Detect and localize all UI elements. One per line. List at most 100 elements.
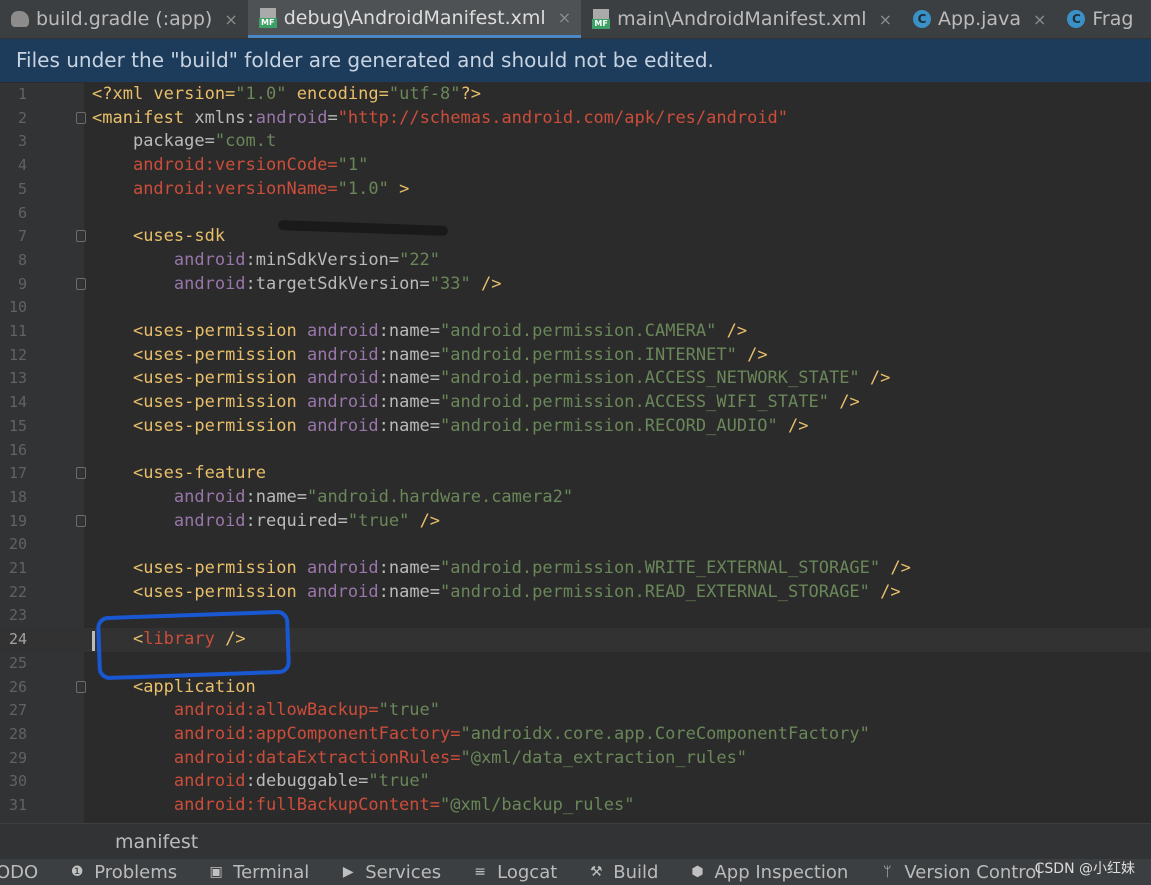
code-text: package="com.t (92, 130, 276, 154)
code-token: "android.hardware.camera2" (306, 486, 574, 507)
code-line[interactable]: 30 android:debuggable="true" (0, 770, 1151, 794)
code-line[interactable]: 26 <application (0, 676, 1151, 700)
breadcrumb-item-manifest[interactable]: manifest (115, 824, 198, 860)
code-line[interactable]: 4 android:versionCode="1" (0, 154, 1151, 178)
code-line[interactable]: 20 (0, 533, 1151, 557)
tool-window-button[interactable]: ≡ Logcat (471, 862, 557, 883)
code-line[interactable]: 29 android:dataExtractionRules="@xml/dat… (0, 747, 1151, 771)
code-token: <?xml version= (92, 84, 236, 104)
code-token: :name= (245, 486, 307, 507)
code-line[interactable]: 9 android:targetSdkVersion="33" /> (0, 273, 1151, 297)
line-number: 27 (8, 701, 27, 720)
code-editor[interactable]: 1 <?xml version="1.0" encoding="utf-8"?> 2… (0, 83, 1151, 823)
code-token: "true" (368, 771, 430, 792)
code-token: "android.permission.WRITE_EXTERNAL_STORA… (440, 558, 881, 578)
code-token: android (306, 392, 379, 413)
close-icon[interactable]: × (879, 10, 892, 29)
code-line[interactable]: 5 android:versionName="1.0" > (0, 178, 1151, 202)
tool-window-button[interactable]: ODO (0, 862, 38, 883)
code-token: android (173, 273, 246, 294)
code-line[interactable]: 2 <manifest xmlns:android="http://schemas… (0, 107, 1151, 131)
editor-tab[interactable]: MF debug\AndroidManifest.xml × (247, 0, 582, 38)
fold-marker-icon[interactable] (76, 467, 86, 480)
code-line[interactable]: 1 <?xml version="1.0" encoding="utf-8"?> (0, 83, 1151, 107)
tab-label: main\AndroidManifest.xml (617, 8, 867, 30)
code-text: android:versionName="1.0" > (92, 178, 409, 202)
code-token: android:fullBackupContent= (173, 795, 440, 815)
tool-window-button[interactable]: ᛘ Version Control (878, 862, 1041, 883)
code-line[interactable]: 17 <uses-feature (0, 462, 1151, 486)
line-number: 24 (8, 630, 27, 649)
code-token: "1.0" (337, 178, 389, 199)
code-line[interactable]: 3 package="com.t (0, 130, 1151, 154)
java-class-icon: C (912, 9, 932, 29)
line-number: 29 (8, 748, 27, 767)
fold-marker-icon[interactable] (76, 230, 86, 243)
code-line[interactable]: 28 android:appComponentFactory="androidx… (0, 723, 1151, 747)
code-token: "@xml/backup_rules" (440, 795, 635, 815)
code-line[interactable]: 16 (0, 439, 1151, 463)
code-line[interactable]: 6 (0, 202, 1151, 226)
code-token: "true" (347, 510, 410, 531)
line-number: 11 (8, 322, 27, 340)
code-token: android (306, 344, 379, 365)
line-number: 10 (8, 298, 27, 317)
code-line[interactable]: 31 android:fullBackupContent="@xml/backu… (0, 794, 1151, 818)
code-line[interactable]: 7 <uses-sdk (0, 225, 1151, 249)
code-line[interactable]: 8 android:minSdkVersion="22" (0, 249, 1151, 273)
code-line[interactable]: 15 <uses-permission android:name="androi… (0, 415, 1151, 439)
code-token: :targetSdkVersion= (245, 273, 430, 294)
line-number: 13 (8, 369, 27, 388)
code-line[interactable]: 12 <uses-permission android:name="androi… (0, 344, 1151, 368)
line-number: 21 (8, 559, 27, 577)
code-token: > (388, 178, 410, 199)
text-caret (92, 631, 95, 651)
editor-tab[interactable]: C App.java × (902, 0, 1056, 38)
code-line[interactable]: 11 <uses-permission android:name="androi… (0, 320, 1151, 344)
close-icon[interactable]: × (1033, 10, 1046, 29)
code-token: android (173, 486, 246, 507)
tool-window-button[interactable]: ❶ Problems (68, 862, 177, 883)
code-line[interactable]: 10 (0, 296, 1151, 320)
close-icon[interactable]: × (224, 10, 237, 29)
code-line[interactable]: 18 android:name="android.hardware.camera… (0, 486, 1151, 510)
code-line[interactable]: 27 android:allowBackup="true" (0, 699, 1151, 723)
breadcrumb[interactable]: manifest (0, 823, 1151, 859)
code-token: "com.t (214, 131, 277, 152)
code-line[interactable]: 21 <uses-permission android:name="androi… (0, 557, 1151, 581)
code-token: encoding= (286, 84, 389, 104)
tool-window-button[interactable]: ▣ Terminal (207, 862, 310, 883)
fold-marker-icon[interactable] (76, 514, 86, 527)
code-token: /> (470, 273, 502, 294)
code-token: :name= (378, 581, 441, 602)
code-token: "android.permission.ACCESS_NETWORK_STATE… (440, 368, 860, 389)
line-number: 19 (8, 511, 27, 530)
tool-window-button[interactable]: ▶ Services (339, 862, 441, 883)
fold-marker-icon[interactable] (76, 111, 86, 124)
close-icon[interactable]: × (558, 8, 571, 27)
line-number: 4 (17, 156, 27, 175)
manifest-file-icon: MF (258, 7, 278, 28)
editor-tab[interactable]: MF main\AndroidManifest.xml × (581, 0, 902, 38)
editor-tab[interactable]: C Frag (1056, 0, 1143, 38)
code-text: <uses-permission android:name="android.p… (92, 581, 901, 605)
code-line[interactable]: 19 android:required="true" /> (0, 510, 1151, 534)
line-number: 18 (8, 487, 27, 506)
tool-window-button[interactable]: ⬢ App Inspection (688, 862, 848, 883)
fold-marker-icon[interactable] (76, 277, 86, 290)
code-line[interactable]: 13 <uses-permission android:name="androi… (0, 367, 1151, 391)
code-text: <uses-permission android:name="android.p… (92, 557, 911, 581)
code-token: :name= (378, 368, 441, 389)
code-token: "1.0" (235, 84, 287, 104)
tool-window-button[interactable]: ⚒ Build (587, 862, 658, 883)
code-line[interactable]: 22 <uses-permission android:name="androi… (0, 581, 1151, 605)
editor-tab[interactable]: build.gradle (:app) × (0, 0, 248, 38)
fold-marker-icon[interactable] (76, 680, 86, 693)
line-number: 22 (8, 582, 27, 601)
code-line[interactable]: 14 <uses-permission android:name="androi… (0, 391, 1151, 415)
